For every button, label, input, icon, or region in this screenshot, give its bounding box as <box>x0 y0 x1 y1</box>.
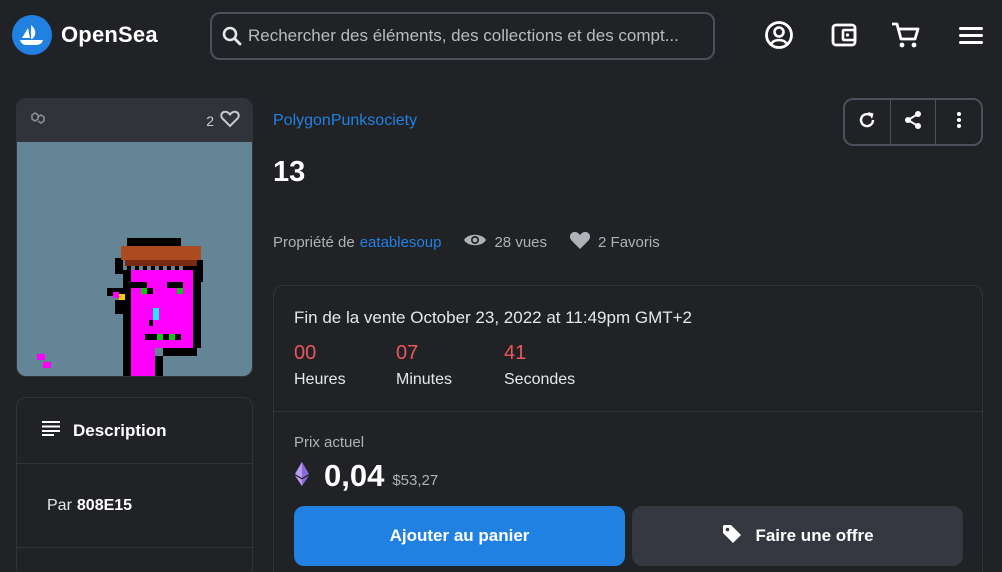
refresh-icon <box>857 110 877 135</box>
top-nav: OpenSea <box>0 0 1002 72</box>
owner-link[interactable]: eatablesoup <box>360 234 442 251</box>
countdown-minutes: 07 Minutes <box>396 342 452 389</box>
card-header: 2 <box>17 99 252 142</box>
search-input[interactable] <box>248 26 708 46</box>
description-creator: Par 808E15 <box>17 464 252 548</box>
tag-icon <box>721 523 743 550</box>
by-label: Par <box>47 496 72 514</box>
price-row: 0,04 $53,27 <box>294 458 438 494</box>
ethereum-icon <box>294 461 310 492</box>
search-icon <box>222 25 244 47</box>
punk-pixel-art <box>37 238 203 376</box>
card-favorite[interactable]: 2 <box>206 110 240 131</box>
countdown-hours-label: Heures <box>294 371 346 388</box>
creator-name[interactable]: 808E15 <box>77 497 132 515</box>
search-bar[interactable] <box>210 12 715 60</box>
brand-name[interactable]: OpenSea <box>61 22 158 48</box>
countdown-minutes-label: Minutes <box>396 371 453 388</box>
owned-by-label: Propriété de <box>273 233 355 251</box>
make-offer-button[interactable]: Faire une offre <box>632 506 963 566</box>
opensea-logo-icon[interactable] <box>12 15 52 55</box>
description-title: Description <box>73 420 167 440</box>
owner-stats-row: Propriété de eatablesoup 28 vues 2 Favor… <box>273 230 660 254</box>
account-icon[interactable] <box>762 18 796 52</box>
heart-filled-icon <box>569 230 591 254</box>
favorite-count: 2 <box>206 112 214 129</box>
collection-link[interactable]: PolygonPunksociety <box>273 112 417 130</box>
polygon-chain-icon <box>29 110 47 131</box>
heart-outline-icon[interactable] <box>220 110 240 131</box>
item-name: 13 <box>273 156 306 188</box>
make-offer-label: Faire une offre <box>755 526 874 545</box>
sale-end-time: Fin de la vente October 23, 2022 at 11:4… <box>294 308 692 327</box>
cart-icon[interactable] <box>889 18 923 52</box>
countdown-hours: 00 Heures <box>294 342 346 389</box>
eye-icon <box>463 232 487 252</box>
refresh-button[interactable] <box>845 100 891 144</box>
more-options-button[interactable] <box>936 100 981 144</box>
nft-image[interactable] <box>17 142 252 376</box>
countdown-seconds-value: 41 <box>504 342 527 364</box>
current-price-label: Prix actuel <box>294 434 365 451</box>
wallet-icon[interactable] <box>827 18 861 52</box>
countdown-seconds: 41 Secondes <box>504 342 575 389</box>
share-button[interactable] <box>891 100 937 144</box>
more-vertical-icon <box>956 110 962 135</box>
description-panel: Description Par 808E15 <box>16 397 253 572</box>
description-header[interactable]: Description <box>17 398 252 464</box>
countdown-seconds-label: Secondes <box>504 371 576 388</box>
sale-panel: Fin de la vente October 23, 2022 at 11:4… <box>273 285 983 572</box>
favorites-count: 2 Favoris <box>598 233 660 251</box>
share-icon <box>903 110 923 135</box>
nft-card: 2 <box>16 98 253 377</box>
item-actions <box>843 98 983 146</box>
add-to-cart-button[interactable]: Ajouter au panier <box>294 506 625 566</box>
countdown-minutes-value: 07 <box>396 342 419 364</box>
sale-divider <box>274 411 982 412</box>
favorites-stat[interactable]: 2 Favoris <box>569 230 660 254</box>
views-stat: 28 vues <box>463 232 547 252</box>
menu-icon[interactable] <box>954 18 988 52</box>
countdown-hours-value: 00 <box>294 342 317 364</box>
views-count: 28 vues <box>494 233 548 251</box>
price-value: 0,04 <box>324 458 385 493</box>
price-usd: $53,27 <box>392 471 439 489</box>
description-lines-icon <box>41 420 61 441</box>
